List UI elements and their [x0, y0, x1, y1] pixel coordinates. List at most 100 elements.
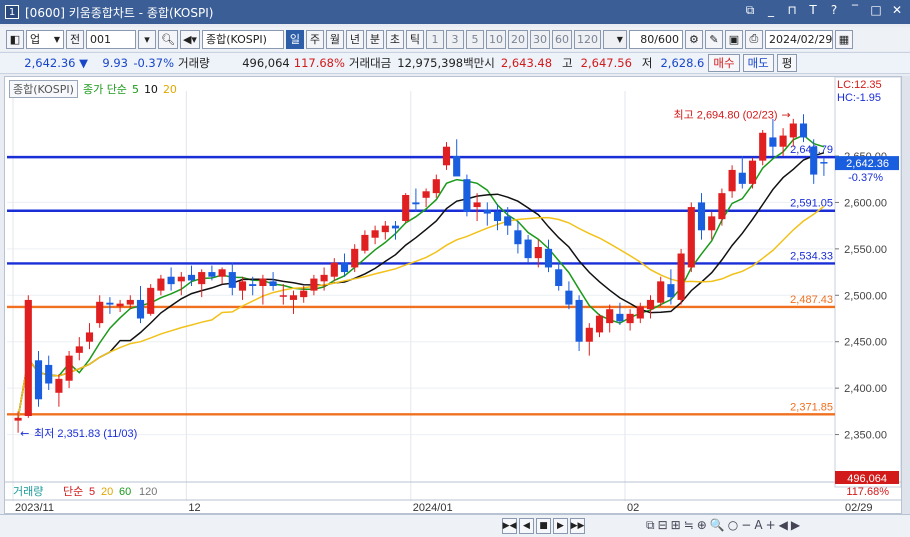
candle-body — [45, 364, 53, 384]
legend-ma20[interactable]: 20 — [163, 83, 177, 96]
zoom-in-icon[interactable]: + — [766, 518, 776, 533]
custom-interval-select[interactable]: ▼ — [602, 29, 627, 49]
index-name-field: 종합(KOSPI) — [201, 29, 284, 49]
buy-button[interactable]: 매수 — [708, 54, 740, 72]
market-type-value: 업 — [30, 33, 41, 46]
y-tick-label: 2,400.00 — [844, 383, 887, 395]
sell-button[interactable]: 매도 — [742, 54, 774, 72]
volume-legend-label: 거래량 — [13, 485, 43, 498]
window-icon[interactable]: ⧉ — [646, 518, 655, 533]
candle-body — [412, 202, 420, 205]
prev-button[interactable]: 전 — [66, 29, 84, 49]
ma10-line — [17, 152, 825, 419]
candle-body — [85, 332, 94, 342]
print-icon[interactable]: ⎙ — [744, 29, 763, 49]
data-count-input[interactable]: 80/600 — [628, 29, 683, 49]
period-tick[interactable]: 틱 — [405, 29, 424, 49]
period-year[interactable]: 년 — [345, 29, 364, 49]
legend-ma5[interactable]: 5 — [132, 83, 139, 96]
period-week[interactable]: 주 — [305, 29, 324, 49]
open-value: 2,643.48 — [500, 56, 553, 70]
interval-10[interactable]: 10 — [485, 29, 506, 49]
help-icon[interactable]: ? — [827, 3, 841, 18]
market-type-select[interactable]: 업 ▼ — [26, 29, 64, 49]
legend-index-name[interactable]: 종합(KOSPI) — [9, 80, 78, 98]
hc-label: HC:-1.95 — [837, 92, 881, 104]
level-label: 2,534.33 — [790, 250, 833, 262]
candle-body — [65, 355, 73, 381]
save-icon[interactable]: ▣ — [724, 29, 743, 49]
stop-icon[interactable]: ■ — [536, 518, 551, 534]
eval-button[interactable]: 평 — [776, 54, 798, 72]
candle-body — [575, 299, 583, 342]
tile-window-icon[interactable]: ⧉ — [743, 3, 757, 18]
text-size-icon[interactable]: A — [754, 518, 762, 533]
candle-body — [177, 276, 185, 282]
pin-icon[interactable]: ⊓ — [785, 3, 799, 18]
candle-body — [738, 172, 746, 184]
compare-icon[interactable]: ≒ — [684, 518, 694, 533]
candle-body — [381, 225, 389, 233]
expand-icon[interactable]: ⊞ — [671, 518, 681, 533]
prev-arrow-icon[interactable]: ◀ — [779, 518, 788, 533]
next-arrow-icon[interactable]: ▶ — [791, 518, 800, 533]
zoom-icon[interactable]: 🔍 — [710, 518, 725, 533]
interval-5[interactable]: 5 — [465, 29, 484, 49]
candle-body — [504, 216, 512, 226]
legend-ma10[interactable]: 10 — [144, 83, 158, 96]
vertical-scrollbar[interactable] — [902, 76, 910, 514]
code-input[interactable]: 001 — [86, 29, 136, 49]
chart-window: 1 [0600] 키움종합차트 - 종합(KOSPI) ⧉ _ ⊓ T ? ‾ … — [0, 0, 910, 537]
title-bar: 1 [0600] 키움종합차트 - 종합(KOSPI) ⧉ _ ⊓ T ? ‾ … — [0, 0, 910, 24]
zoom-out-icon[interactable]: − — [741, 518, 751, 533]
ma5-line — [17, 134, 825, 419]
minimize-icon[interactable]: _ — [764, 3, 778, 18]
candle-body — [820, 162, 828, 164]
toggle-panel-button[interactable]: ◧ — [6, 29, 24, 49]
text-icon[interactable]: T — [806, 3, 820, 18]
draw-tool-icon[interactable]: ✎ — [704, 29, 723, 49]
interval-1[interactable]: 1 — [425, 29, 444, 49]
chart-area[interactable]: 2,650.002,600.002,550.002,500.002,450.00… — [4, 76, 902, 514]
candle-body — [789, 123, 797, 138]
speaker-icon[interactable]: ◀▾ — [179, 29, 200, 49]
period-second[interactable]: 초 — [385, 29, 404, 49]
chart-settings-icon[interactable]: ⚙ — [684, 29, 703, 49]
maximize-icon[interactable]: □ — [869, 3, 883, 18]
scroll-left-icon[interactable]: ◀ — [519, 518, 534, 534]
interval-30[interactable]: 30 — [529, 29, 550, 49]
date-input[interactable]: 2024/02/29 — [764, 29, 833, 49]
legend-ma-label[interactable]: 종가 단순 — [83, 81, 127, 97]
close-icon[interactable]: ✕ — [890, 3, 904, 18]
candle-body — [249, 284, 257, 286]
collapse-icon[interactable]: ⊟ — [658, 518, 668, 533]
candle-body — [14, 417, 22, 421]
price-chart[interactable]: 2,650.002,600.002,550.002,500.002,450.00… — [5, 77, 901, 513]
code-dropdown-icon[interactable]: ▾ — [138, 29, 156, 49]
interval-20[interactable]: 20 — [507, 29, 528, 49]
scroll-end-icon[interactable]: ▶▶ — [570, 518, 585, 534]
candle-body — [544, 248, 553, 268]
interval-60[interactable]: 60 — [551, 29, 572, 49]
period-minute[interactable]: 분 — [365, 29, 384, 49]
crosshair-icon[interactable]: ⊕ — [697, 518, 707, 533]
candle-body — [493, 211, 502, 221]
low-value: 2,628.6 — [660, 56, 705, 70]
candle-body — [340, 262, 349, 273]
candle-body — [259, 278, 267, 286]
candle-body — [473, 202, 481, 208]
circle-icon[interactable]: ○ — [728, 518, 738, 533]
interval-3[interactable]: 3 — [445, 29, 464, 49]
scroll-right-icon[interactable]: ▶ — [553, 518, 568, 534]
current-price-label: 2,642.36 — [846, 158, 889, 170]
candle-body — [300, 290, 308, 298]
interval-120[interactable]: 120 — [573, 29, 601, 49]
chevron-down-icon: ▼ — [616, 34, 623, 44]
calendar-icon[interactable]: ▦ — [834, 29, 853, 49]
search-icon[interactable]: 🔍︎ — [158, 29, 178, 49]
period-day[interactable]: 일 — [285, 29, 304, 49]
volume-ratio: 117.68% — [293, 56, 345, 70]
period-month[interactable]: 월 — [325, 29, 344, 49]
candle-body — [555, 269, 563, 286]
scroll-start-icon[interactable]: ▶◀ — [502, 518, 517, 534]
